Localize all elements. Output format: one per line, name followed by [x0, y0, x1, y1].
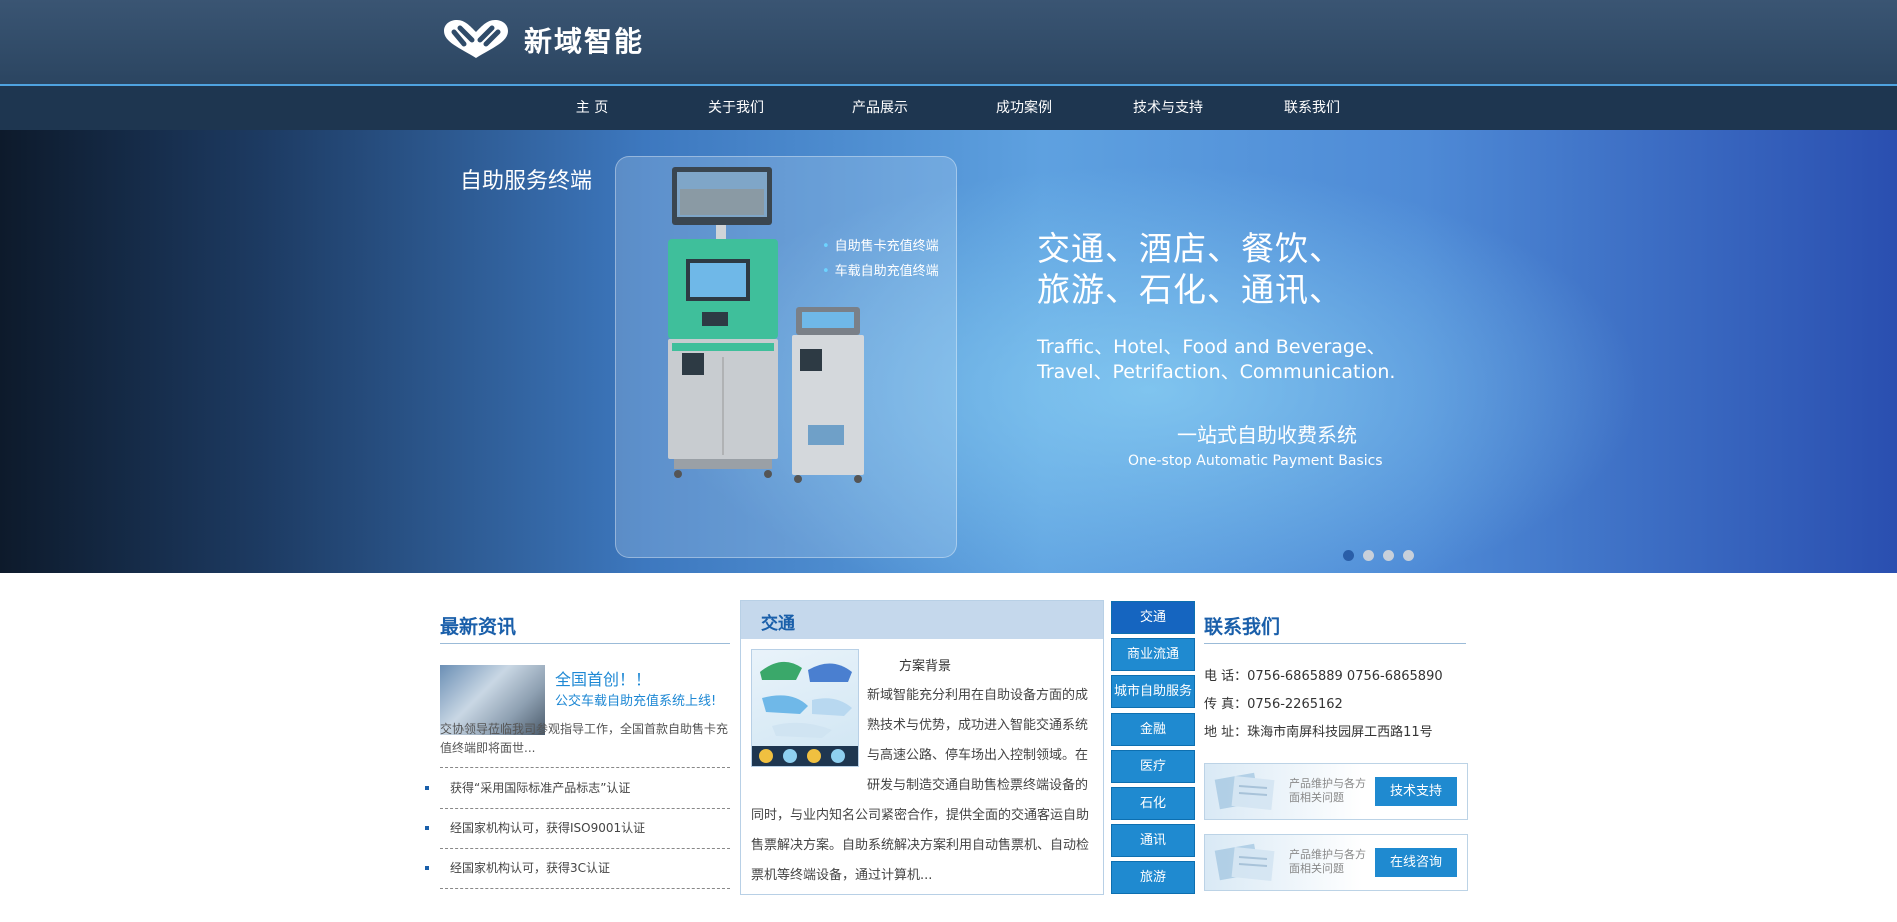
nav-item-contact[interactable]: 联系我们	[1257, 86, 1367, 130]
slide-dot[interactable]	[1383, 550, 1394, 561]
logo-icon	[444, 20, 508, 58]
slide-dot[interactable]	[1343, 550, 1354, 561]
support-description: 产品维护与各方面相关问题	[1289, 848, 1366, 875]
banner-slogan-en: One-stop Automatic Payment Basics	[1128, 453, 1383, 469]
document-icon	[1214, 772, 1275, 811]
kiosk-illustration	[668, 167, 864, 483]
news-feature-headline[interactable]: 全国首创！！	[555, 666, 651, 690]
case-description: 新域智能充分利用在自助设备方面的成熟技术与优势，成功进入智能交通系统与高速公路、…	[751, 681, 1096, 891]
logo[interactable]: 新域智能	[440, 18, 644, 62]
bullet-square-icon	[425, 786, 429, 790]
banner-bullet: 自助售卡充值终端	[822, 235, 939, 254]
nav-item-about[interactable]: 关于我们	[681, 86, 791, 130]
category-traffic-button[interactable]: 交通	[1111, 601, 1195, 634]
news-list-item[interactable]: 获得“采用国际标准产品标志”认证	[425, 768, 730, 809]
contact-phone: 电 话：0756-6865889 0756-6865890	[1204, 669, 1443, 684]
case-panel-header: 交通	[741, 601, 1103, 639]
banner-headline-cn: 旅游、石化、通讯、	[1037, 270, 1343, 309]
banner-headline-en: Traffic、Hotel、Food and Beverage、	[1037, 336, 1386, 358]
news-item-text[interactable]: 经国家机构认可，获得ISO9001认证	[450, 821, 645, 835]
news-feature-subheadline[interactable]: 公交车载自助充值系统上线!	[555, 690, 716, 709]
nav-item-products[interactable]: 产品展示	[825, 86, 935, 130]
banner-headline-en: Travel、Petrifaction、Communication.	[1037, 361, 1396, 383]
tech-support-box: 产品维护与各方面相关问题 技术支持	[1204, 763, 1468, 820]
document-icon	[1214, 843, 1275, 882]
bullet-square-icon	[425, 866, 429, 870]
kiosk-product-image	[615, 156, 957, 558]
case-subtitle: 方案背景	[899, 659, 952, 674]
contact-title-divider	[1204, 643, 1466, 644]
news-section-title: 最新资讯	[440, 616, 517, 638]
site-header: 新域智能	[0, 0, 1897, 86]
case-panel-title: 交通	[761, 614, 795, 634]
support-description: 产品维护与各方面相关问题	[1289, 777, 1366, 804]
bullet-square-icon	[425, 826, 429, 830]
case-panel: 交通 方案背景 新域智能充分利用在自助设备方面的成熟技术与优势，成功进入智能交通…	[740, 600, 1104, 895]
main-nav: 主 页 关于我们 产品展示 成功案例 技术与支持 联系我们	[0, 86, 1897, 130]
news-feature-description: 交协领导莅临我司参观指导工作，全国首款自助售卡充值终端即将面世...	[440, 722, 729, 755]
category-telecom-button[interactable]: 通讯	[1111, 824, 1195, 857]
banner-title: 自助服务终端	[460, 169, 593, 194]
nav-item-home[interactable]: 主 页	[537, 86, 647, 130]
category-medical-button[interactable]: 医疗	[1111, 750, 1195, 783]
news-item-text[interactable]: 经国家机构认可，获得3C认证	[450, 861, 610, 875]
logo-text: 新域智能	[524, 25, 645, 58]
news-list-item[interactable]: 经国家机构认可，获得ISO9001认证	[425, 808, 730, 849]
tech-support-button[interactable]: 技术支持	[1375, 777, 1457, 806]
news-item-text[interactable]: 获得“采用国际标准产品标志”认证	[450, 781, 630, 795]
banner-slogan-cn: 一站式自助收费系统	[1177, 423, 1357, 447]
category-tourism-button[interactable]: 旅游	[1111, 861, 1195, 894]
hero-banner[interactable]: 自助服务终端 自助售卡充值终端 车载自助充值终端 交通、酒店、餐饮、 旅	[0, 130, 1897, 573]
category-city-service-button[interactable]: 城市自助服务	[1111, 675, 1195, 708]
contact-section-title: 联系我们	[1204, 616, 1281, 638]
category-petrochemical-button[interactable]: 石化	[1111, 787, 1195, 820]
news-title-divider	[440, 643, 730, 644]
slide-indicator	[1343, 550, 1414, 561]
category-finance-button[interactable]: 金融	[1111, 713, 1195, 746]
slide-dot[interactable]	[1403, 550, 1414, 561]
banner-bullet: 车载自助充值终端	[822, 260, 939, 279]
contact-fax: 传 真：0756-2265162	[1204, 697, 1343, 712]
nav-item-cases[interactable]: 成功案例	[969, 86, 1079, 130]
online-consult-box: 产品维护与各方面相关问题 在线咨询	[1204, 834, 1468, 891]
category-commerce-button[interactable]: 商业流通	[1111, 638, 1195, 671]
contact-address: 地 址：珠海市南屏科技园屏工西路11号	[1204, 725, 1433, 740]
slide-dot[interactable]	[1363, 550, 1374, 561]
nav-item-support[interactable]: 技术与支持	[1113, 86, 1223, 130]
online-consult-button[interactable]: 在线咨询	[1375, 848, 1457, 877]
news-list-item[interactable]: 经国家机构认可，获得3C认证	[425, 848, 730, 889]
